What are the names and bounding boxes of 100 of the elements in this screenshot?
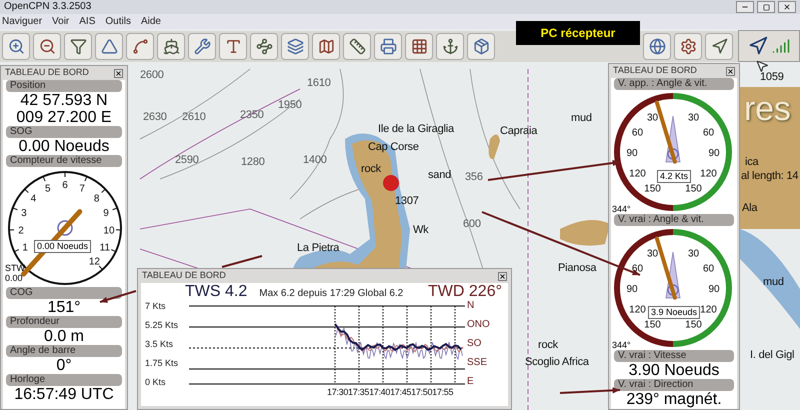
speed-axis-label: 3.5 Kts: [145, 339, 174, 349]
toolbar-button[interactable]: [126, 33, 154, 60]
dial-number: 120: [629, 168, 646, 180]
dial-number: 2: [18, 226, 24, 237]
value-text: 009 27.200 E: [15, 109, 113, 126]
dial-number: 30: [646, 248, 658, 260]
speed-axis-label: 7 Kts: [145, 301, 167, 311]
stw-value: 0.00: [5, 273, 24, 283]
package-icon: [472, 38, 490, 55]
dial-number: 6: [62, 180, 68, 191]
boat-icon: [666, 252, 680, 298]
toolbar-button[interactable]: [188, 33, 216, 60]
dial-number: 3: [21, 208, 27, 220]
dial-number: 60: [632, 264, 644, 274]
chart-label: 1610: [307, 78, 331, 89]
time-axis-label: 17:40: [369, 387, 390, 397]
dial-number: 90: [708, 284, 720, 295]
maximize-button[interactable]: [757, 1, 775, 13]
menu-item[interactable]: Outils: [105, 16, 131, 28]
section-header: V. vrai : Angle & vit.: [614, 214, 734, 226]
max-info: Max 6.2 depuis 17:29 Global 6.2: [259, 287, 404, 301]
chart-label: 1059: [760, 72, 784, 83]
toolbar-button[interactable]: [95, 33, 123, 60]
funnel-icon: [70, 38, 86, 55]
section-header: Compteur de vitesse: [6, 155, 122, 167]
speed-axis-label: 0 Kts: [145, 377, 167, 387]
island-drawing: [488, 134, 500, 160]
section-header: COG: [6, 287, 122, 299]
speed-axis-label: 1.75 Kts: [145, 358, 180, 368]
reading-box: 3.9 Noeuds: [648, 306, 700, 319]
time-axis-label: 17:50: [411, 387, 432, 397]
section-header: V. vrai : Vitesse: [614, 350, 734, 362]
toolbar-button[interactable]: [674, 33, 702, 60]
maximize-icon: [762, 4, 770, 10]
value-text: 239° magnét.: [625, 391, 723, 408]
chart-label: res: [744, 92, 791, 126]
close-button[interactable]: [114, 68, 123, 78]
toolbar-button[interactable]: [705, 33, 733, 60]
close-button[interactable]: [726, 66, 735, 76]
reading-box: 4.2 Kts: [657, 170, 691, 183]
toolbar-button[interactable]: [250, 33, 278, 60]
dial-number: 4: [30, 193, 36, 204]
toolbar-button[interactable]: [343, 33, 371, 60]
compass-icon[interactable]: [748, 36, 768, 56]
toolbar-button[interactable]: [405, 33, 433, 60]
toolbar-button[interactable]: [281, 33, 309, 60]
toolbar-button[interactable]: [374, 33, 402, 60]
toolbar-button[interactable]: [219, 33, 247, 60]
dial-number: 60: [702, 264, 714, 274]
reading-box: 0.00 Noeuds: [34, 240, 92, 253]
dial-number: 150: [685, 320, 702, 330]
value-text: 0.00 Noeuds: [18, 138, 110, 155]
dial-number: 10: [103, 226, 115, 237]
toolbar-button[interactable]: [467, 33, 495, 60]
chart-label: La Pietra: [297, 243, 340, 254]
dial-number: 150: [644, 320, 661, 330]
close-icon: [115, 70, 122, 76]
toolbar-button[interactable]: [2, 33, 30, 60]
zoom-out-icon: [38, 38, 56, 55]
time-axis-label: 17:35: [348, 387, 370, 397]
dial-number: 5: [45, 184, 51, 194]
direction-axis-label: E: [467, 377, 475, 387]
chart-label: Ile de la Giraglia: [378, 124, 454, 135]
route-icon: [132, 38, 148, 55]
anchor-icon: [442, 38, 458, 55]
close-button[interactable]: [498, 272, 507, 280]
chart-label: Ala: [742, 203, 758, 214]
menu-item[interactable]: Aide: [140, 16, 161, 28]
dial-number: 30: [646, 112, 658, 124]
panel-title: TABLEAU DE BORD: [5, 66, 89, 80]
toolbar-button[interactable]: [312, 33, 340, 60]
menu-item[interactable]: Voir: [52, 16, 70, 28]
time-axis-label: 17:30: [327, 387, 348, 397]
chart-label: I. del Gigl: [750, 350, 794, 361]
dial-number: 120: [629, 304, 646, 316]
menu-item[interactable]: AIS: [79, 16, 96, 28]
dial-number: 12: [88, 256, 100, 268]
chart-label: mud: [763, 277, 784, 288]
boat-icon: [666, 116, 680, 162]
toolbar-button[interactable]: [643, 33, 671, 60]
panel-title: TABLEAU DE BORD: [142, 269, 226, 282]
window-title: OpenCPN 3.3.2503: [4, 1, 92, 13]
toolbar-button[interactable]: [33, 33, 61, 60]
section-header: Horloge: [6, 374, 122, 386]
toolbar-button[interactable]: [64, 33, 92, 60]
chart-label: 2610: [182, 112, 206, 123]
text-icon: [224, 38, 242, 55]
waypoints-icon: [256, 38, 272, 55]
toolbar-button[interactable]: [157, 33, 185, 60]
toolbar-button[interactable]: [436, 33, 464, 60]
heading-text: 344°: [612, 204, 631, 214]
chart-label: 600: [463, 219, 481, 230]
tws-reading: TWS 4.2: [185, 283, 248, 301]
grid-icon: [410, 38, 428, 55]
island-drawing: [560, 220, 610, 246]
minimize-button[interactable]: [736, 1, 754, 13]
menu-item[interactable]: Naviguer: [2, 16, 42, 28]
stw-label: STW: [5, 263, 25, 273]
signal-icon[interactable]: [772, 37, 790, 55]
heading-text: 344°: [612, 340, 631, 350]
